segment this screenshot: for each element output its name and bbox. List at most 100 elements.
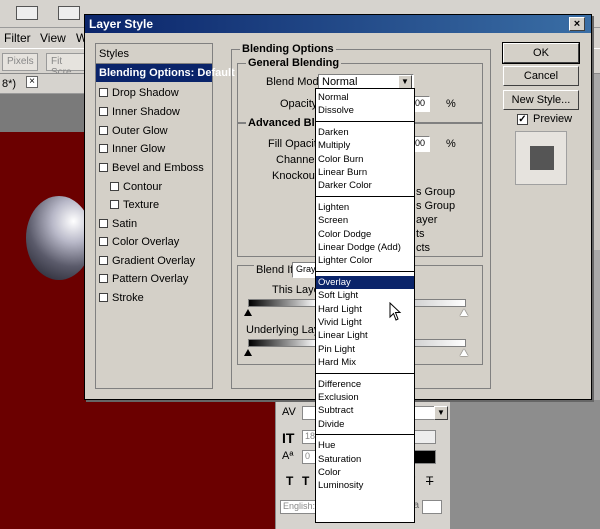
blend-option-subtract[interactable]: Subtract bbox=[316, 404, 414, 417]
blend-option-multiply[interactable]: Multiply bbox=[316, 139, 414, 152]
style-preview-box bbox=[515, 131, 567, 185]
style-item-label: Inner Shadow bbox=[112, 106, 180, 118]
menu-filter[interactable]: Filter bbox=[4, 31, 31, 45]
underlying-layer-gradient-end bbox=[406, 339, 466, 347]
style-item-texture[interactable]: Texture bbox=[96, 196, 212, 214]
style-item-gradient-overlay[interactable]: Gradient Overlay bbox=[96, 252, 212, 270]
actual-pixels-button[interactable]: Pixels bbox=[2, 53, 38, 71]
blend-option-hard-mix[interactable]: Hard Mix bbox=[316, 356, 414, 369]
style-item-pattern-overlay[interactable]: Pattern Overlay bbox=[96, 270, 212, 288]
strikethrough-icon[interactable]: T bbox=[426, 474, 433, 488]
style-item-inner-shadow[interactable]: Inner Shadow bbox=[96, 103, 212, 121]
style-item-label: Bevel and Emboss bbox=[112, 162, 204, 174]
style-checkbox[interactable] bbox=[99, 219, 108, 228]
blend-option-linear-dodge-add[interactable]: Linear Dodge (Add) bbox=[316, 241, 414, 254]
blend-option-darken[interactable]: Darken bbox=[316, 126, 414, 139]
dialog-title: Layer Style bbox=[89, 17, 154, 31]
style-item-satin[interactable]: Satin bbox=[96, 215, 212, 233]
chevron-down-icon[interactable]: ▼ bbox=[434, 406, 448, 420]
style-item-label: Inner Glow bbox=[112, 143, 166, 155]
style-item-outer-glow[interactable]: Outer Glow bbox=[96, 122, 212, 140]
style-item-label: Blending Options: Default bbox=[99, 67, 235, 79]
blend-option-normal[interactable]: Normal bbox=[316, 91, 414, 104]
chevron-down-icon[interactable]: ▼ bbox=[398, 75, 412, 89]
faux-bold-icon[interactable]: T bbox=[286, 474, 293, 488]
style-checkbox[interactable] bbox=[99, 163, 108, 172]
style-item-label: Color Overlay bbox=[112, 236, 180, 248]
document-close-icon[interactable]: × bbox=[26, 76, 38, 88]
style-checkbox[interactable] bbox=[99, 274, 108, 283]
style-item-label: Stroke bbox=[112, 292, 144, 304]
blend-option-lighten[interactable]: Lighten bbox=[316, 201, 414, 214]
blend-mode-value: Normal bbox=[322, 76, 358, 88]
style-item-inner-glow[interactable]: Inner Glow bbox=[96, 140, 212, 158]
fit-screen-button[interactable]: Fit Scre bbox=[46, 53, 86, 78]
style-item-label: Texture bbox=[123, 199, 160, 211]
style-item-contour[interactable]: Contour bbox=[96, 178, 212, 196]
style-item-drop-shadow[interactable]: Drop Shadow bbox=[96, 84, 212, 102]
layout-icon[interactable] bbox=[16, 6, 38, 20]
faux-italic-icon[interactable]: T bbox=[302, 474, 309, 488]
blend-option-luminosity[interactable]: Luminosity bbox=[316, 479, 414, 492]
style-checkbox[interactable] bbox=[99, 293, 108, 302]
this-layer-gradient bbox=[248, 299, 318, 307]
blend-option-divide[interactable]: Divide bbox=[316, 418, 414, 431]
blend-option-saturation[interactable]: Saturation bbox=[316, 453, 414, 466]
blend-separator bbox=[316, 434, 414, 436]
blend-option-screen[interactable]: Screen bbox=[316, 214, 414, 227]
underlying-black-slider[interactable] bbox=[244, 349, 252, 356]
blend-interior-group-label: s Group bbox=[416, 186, 456, 198]
blend-option-color-burn[interactable]: Color Burn bbox=[316, 153, 414, 166]
anti-alias-select[interactable] bbox=[422, 500, 442, 514]
underlying-white-slider[interactable] bbox=[460, 349, 468, 356]
blend-option-color-dodge[interactable]: Color Dodge bbox=[316, 228, 414, 241]
cancel-button[interactable]: Cancel bbox=[503, 66, 579, 86]
transparency-shapes-label: ayer bbox=[416, 214, 438, 226]
tracking-icon: A͏V bbox=[282, 406, 296, 418]
blend-option-linear-light[interactable]: Linear Light bbox=[316, 329, 414, 342]
blend-option-linear-burn[interactable]: Linear Burn bbox=[316, 166, 414, 179]
menu-view[interactable]: View bbox=[40, 31, 66, 45]
blend-option-soft-light[interactable]: Soft Light bbox=[316, 289, 414, 302]
fill-opacity-unit: % bbox=[446, 138, 456, 150]
style-item-color-overlay[interactable]: Color Overlay bbox=[96, 233, 212, 251]
this-layer-black-slider[interactable] bbox=[244, 309, 252, 316]
blend-option-lighter-color[interactable]: Lighter Color bbox=[316, 254, 414, 267]
style-item-blending-options-default[interactable]: Blending Options: Default bbox=[96, 64, 235, 82]
blend-option-difference[interactable]: Difference bbox=[316, 378, 414, 391]
dialog-titlebar[interactable]: Layer Style × bbox=[85, 15, 591, 33]
style-checkbox[interactable] bbox=[99, 144, 108, 153]
style-checkbox[interactable] bbox=[99, 107, 108, 116]
style-checkbox[interactable] bbox=[99, 126, 108, 135]
style-checkbox[interactable] bbox=[110, 182, 119, 191]
this-layer-white-slider[interactable] bbox=[460, 309, 468, 316]
blend-option-color[interactable]: Color bbox=[316, 466, 414, 479]
this-layer-gradient-end bbox=[406, 299, 466, 307]
blend-option-pin-light[interactable]: Pin Light bbox=[316, 343, 414, 356]
underlying-layer-gradient bbox=[248, 339, 318, 347]
blend-clipped-group-label: s Group bbox=[416, 200, 456, 212]
blend-option-overlay[interactable]: Overlay bbox=[316, 275, 414, 290]
style-checkbox[interactable] bbox=[99, 88, 108, 97]
style-item-stroke[interactable]: Stroke bbox=[96, 289, 212, 307]
close-button[interactable]: × bbox=[569, 17, 585, 31]
opacity-unit: % bbox=[446, 98, 456, 110]
blend-option-darker-color[interactable]: Darker Color bbox=[316, 179, 414, 192]
ok-button[interactable]: OK bbox=[502, 42, 580, 64]
blend-option-exclusion[interactable]: Exclusion bbox=[316, 391, 414, 404]
styles-header[interactable]: Styles bbox=[96, 44, 212, 64]
style-item-bevel-and-emboss[interactable]: Bevel and Emboss bbox=[96, 159, 212, 177]
style-checkbox[interactable] bbox=[99, 256, 108, 265]
baseline-icon: Aª bbox=[282, 450, 294, 462]
document-tab-title: 8*) bbox=[2, 78, 17, 90]
style-item-label: Drop Shadow bbox=[112, 87, 179, 99]
styles-panel: Styles Blending Options: Default Drop Sha… bbox=[95, 43, 235, 389]
screen-mode-icon[interactable] bbox=[58, 6, 80, 20]
preview-checkbox[interactable]: ✓ bbox=[517, 114, 528, 125]
document-tab[interactable]: 8*) × bbox=[0, 74, 90, 94]
blend-option-hue[interactable]: Hue bbox=[316, 439, 414, 452]
blend-option-dissolve[interactable]: Dissolve bbox=[316, 104, 414, 117]
style-checkbox[interactable] bbox=[99, 237, 108, 246]
style-checkbox[interactable] bbox=[110, 200, 119, 209]
new-style-button[interactable]: New Style... bbox=[503, 90, 579, 110]
